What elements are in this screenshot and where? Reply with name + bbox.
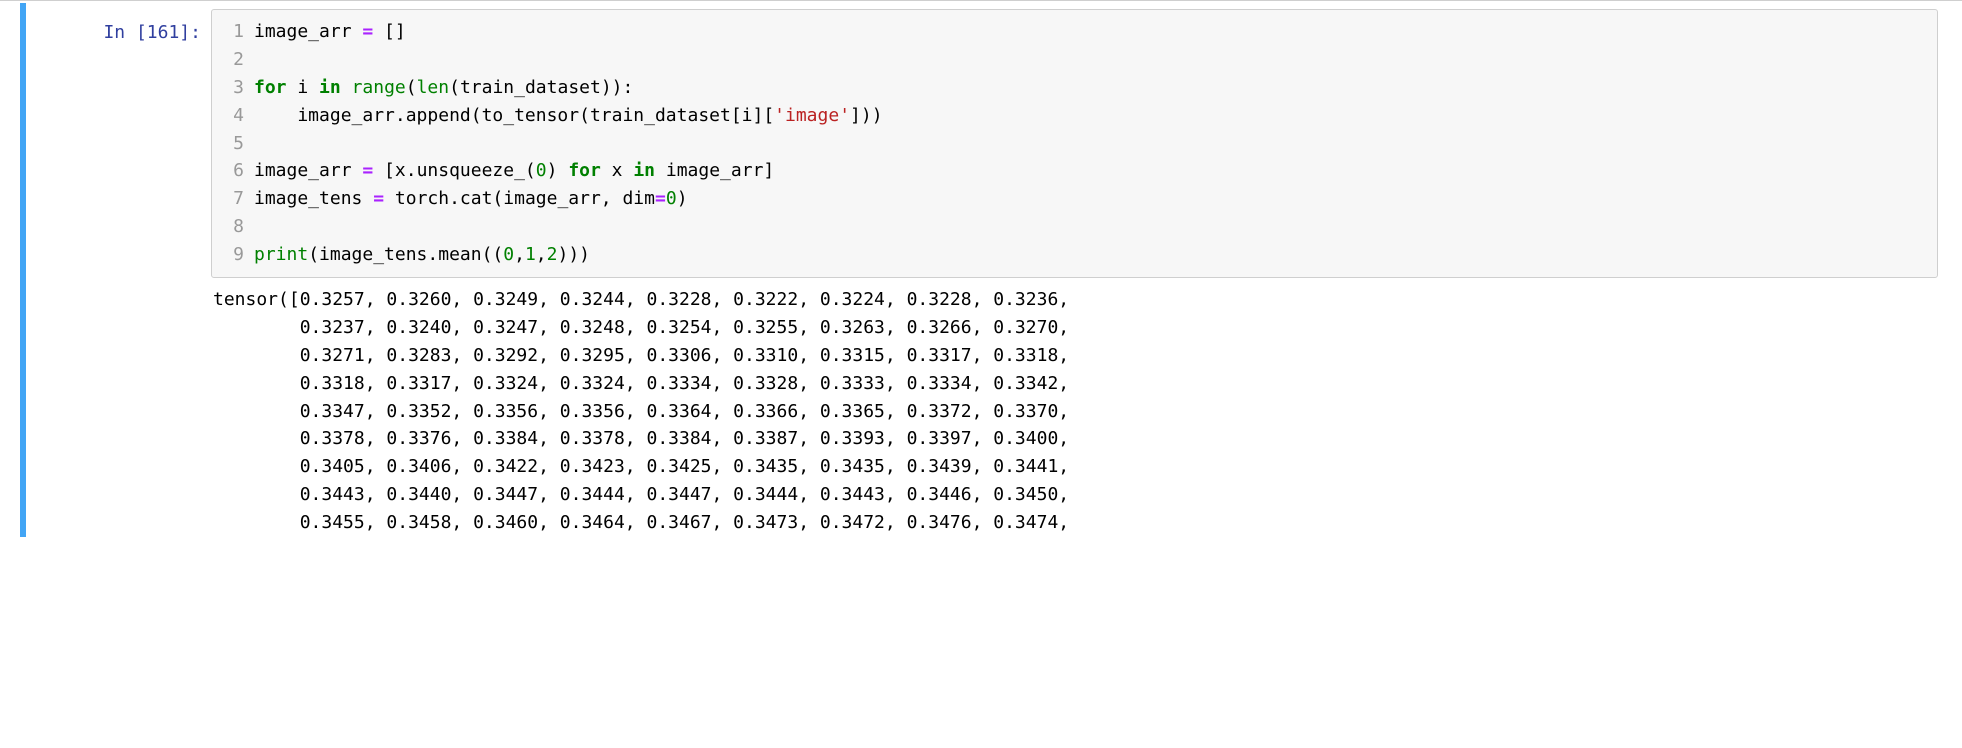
cell-output: tensor([0.3257, 0.3260, 0.3249, 0.3244, … [211,278,1938,537]
code-editor[interactable]: image_arr = [] for i in range(len(train_… [254,12,1937,275]
input-prompt: In [161]: [26,9,211,537]
cell-content: 1 2 3 4 5 6 7 8 9 image_arr = [] for i i… [211,9,1962,537]
line-number-gutter: 1 2 3 4 5 6 7 8 9 [212,12,254,275]
code-cell[interactable]: In [161]: 1 2 3 4 5 6 7 8 9 image_arr = … [20,3,1962,537]
code-input-area[interactable]: 1 2 3 4 5 6 7 8 9 image_arr = [] for i i… [211,9,1938,278]
notebook-container: In [161]: 1 2 3 4 5 6 7 8 9 image_arr = … [0,0,1962,537]
